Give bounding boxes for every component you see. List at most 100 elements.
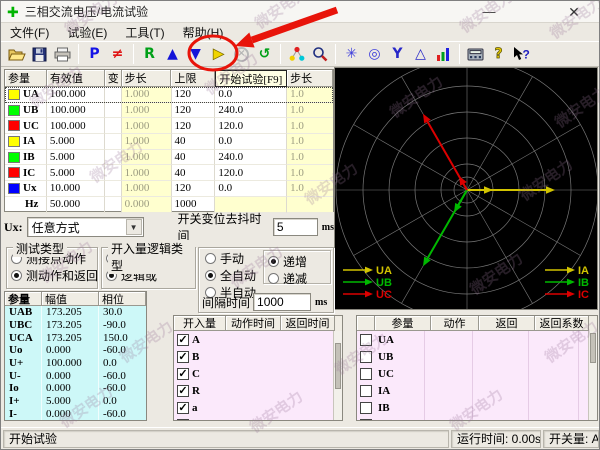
- chevron-down-icon[interactable]: ▼: [126, 219, 142, 235]
- toolbar-separator: [459, 44, 460, 64]
- ux-mode-dropdown[interactable]: 任意方式 ▼: [27, 217, 144, 237]
- menu-item-1[interactable]: 试验(E): [58, 23, 116, 42]
- checkbox-a[interactable]: ✓: [177, 402, 189, 414]
- value-cell[interactable]: 5.000: [47, 150, 105, 166]
- phase-cell[interactable]: 120.0: [215, 118, 287, 134]
- checkbox-C[interactable]: ✓: [177, 368, 189, 380]
- radio-button-selected[interactable]: [205, 270, 216, 281]
- result-table-scrollbar[interactable]: [588, 331, 597, 420]
- limit-cell[interactable]: 120: [172, 87, 216, 103]
- menu-item-0[interactable]: 文件(F): [1, 23, 58, 42]
- phasor-view-button[interactable]: [285, 43, 308, 65]
- direction-option-0[interactable]: 递增: [268, 254, 328, 268]
- test-type-option-1[interactable]: 测动作和返回: [11, 268, 95, 282]
- delta-connection-button[interactable]: △: [409, 43, 432, 65]
- undo-button[interactable]: ↺: [253, 43, 276, 65]
- menu-item-3[interactable]: 帮助(H): [174, 23, 233, 42]
- phase-cell[interactable]: 0.0: [215, 181, 287, 197]
- var-cell[interactable]: [105, 134, 122, 150]
- y-connection-button-glyph: Y: [392, 47, 402, 61]
- var-cell[interactable]: [105, 197, 122, 213]
- debounce-input[interactable]: 5: [273, 218, 318, 236]
- radio-button[interactable]: [268, 273, 279, 284]
- limit-cell[interactable]: 40: [172, 150, 216, 166]
- param-label: Ux: [23, 182, 36, 194]
- var-cell[interactable]: [105, 118, 122, 134]
- checkbox-UB[interactable]: [360, 351, 372, 363]
- print-button[interactable]: [51, 43, 74, 65]
- context-help-button[interactable]: ?: [510, 43, 533, 65]
- param-row-IC: IC5.0001.00040120.01.0: [5, 165, 333, 181]
- checkbox-IB[interactable]: [360, 402, 372, 414]
- param-row-Hz: Hz50.0000.0001000: [5, 197, 333, 213]
- step-down-button[interactable]: ▼: [184, 43, 207, 65]
- checkbox-B[interactable]: ✓: [177, 351, 189, 363]
- limit-cell[interactable]: 40: [172, 165, 216, 181]
- menu-bar: 文件(F)试验(E)工具(T)帮助(H): [1, 23, 599, 41]
- mode-option-0[interactable]: 手动: [205, 251, 256, 265]
- scrollbar-thumb[interactable]: [335, 343, 341, 389]
- var-cell[interactable]: [105, 165, 122, 181]
- checkbox-IA[interactable]: [360, 385, 372, 397]
- interval-input[interactable]: 1000: [253, 293, 311, 311]
- value-cell[interactable]: 100.000: [47, 103, 105, 119]
- menu-item-2[interactable]: 工具(T): [116, 23, 173, 42]
- value-cell[interactable]: 10.000: [47, 181, 105, 197]
- checkbox-UC[interactable]: [360, 368, 372, 380]
- limit-cell[interactable]: 120: [172, 181, 216, 197]
- param-label: UC: [23, 120, 39, 132]
- reset-button[interactable]: R: [138, 43, 161, 65]
- save-button[interactable]: [28, 43, 51, 65]
- var-cell[interactable]: [105, 87, 122, 103]
- phase-cell[interactable]: 0.0: [215, 87, 287, 103]
- rings-view-button[interactable]: ◎: [363, 43, 386, 65]
- limit-cell[interactable]: 120: [172, 103, 216, 119]
- step-cell: 0.000: [122, 197, 172, 213]
- minimize-button[interactable]: —: [479, 3, 499, 21]
- calculator-button[interactable]: [464, 43, 487, 65]
- step-up-button[interactable]: ▲: [161, 43, 184, 65]
- y-connection-button[interactable]: Y: [386, 43, 409, 65]
- radio-button[interactable]: [205, 253, 216, 264]
- mode-option-1[interactable]: 全自动: [205, 268, 256, 282]
- debounce-label: 开关变位去抖时间: [178, 210, 271, 244]
- measure-phase: 0.0: [99, 357, 146, 370]
- help-button[interactable]: ?: [487, 43, 510, 65]
- value-cell[interactable]: 5.000: [47, 134, 105, 150]
- zoom-button[interactable]: [308, 43, 331, 65]
- value-cell[interactable]: 50.000: [47, 197, 105, 213]
- bar-chart-button[interactable]: [432, 43, 455, 65]
- var-cell[interactable]: [105, 181, 122, 197]
- input-table-scrollbar[interactable]: [333, 331, 342, 420]
- checkbox-b[interactable]: ✓: [177, 419, 189, 422]
- measure-amplitude: 100.000: [42, 357, 99, 370]
- start-test-button[interactable]: ▶: [207, 43, 230, 65]
- radio-button-selected[interactable]: [11, 270, 22, 281]
- checkbox-IC[interactable]: [360, 419, 372, 422]
- phase-cell[interactable]: 0.0: [215, 134, 287, 150]
- checkbox-A[interactable]: ✓: [177, 334, 189, 346]
- var-cell[interactable]: [105, 103, 122, 119]
- phase-cell[interactable]: 240.0: [215, 150, 287, 166]
- value-cell[interactable]: 100.000: [47, 118, 105, 134]
- star-view-button[interactable]: ✳: [340, 43, 363, 65]
- measure-row-I+: I+5.0000.0: [5, 395, 146, 408]
- value-cell[interactable]: 5.000: [47, 165, 105, 181]
- close-button[interactable]: ✕: [564, 3, 584, 21]
- var-cell[interactable]: [105, 150, 122, 166]
- phase-cell[interactable]: 240.0: [215, 103, 287, 119]
- limit-cell[interactable]: 40: [172, 134, 216, 150]
- checkbox-R[interactable]: ✓: [177, 385, 189, 397]
- direction-option-1[interactable]: 递减: [268, 271, 328, 285]
- not-equal-button[interactable]: ≠: [106, 43, 129, 65]
- step-cell: 1.000: [122, 118, 172, 134]
- value-cell[interactable]: 100.000: [47, 87, 105, 103]
- p-parameter-button[interactable]: P: [83, 43, 106, 65]
- radio-button-selected[interactable]: [268, 256, 279, 267]
- phase-cell[interactable]: 120.0: [215, 165, 287, 181]
- scrollbar-thumb[interactable]: [590, 333, 596, 363]
- not-equal-button-glyph: ≠: [112, 47, 124, 61]
- limit-cell[interactable]: 120: [172, 118, 216, 134]
- checkbox-UA[interactable]: [360, 334, 372, 346]
- open-file-button[interactable]: [5, 43, 28, 65]
